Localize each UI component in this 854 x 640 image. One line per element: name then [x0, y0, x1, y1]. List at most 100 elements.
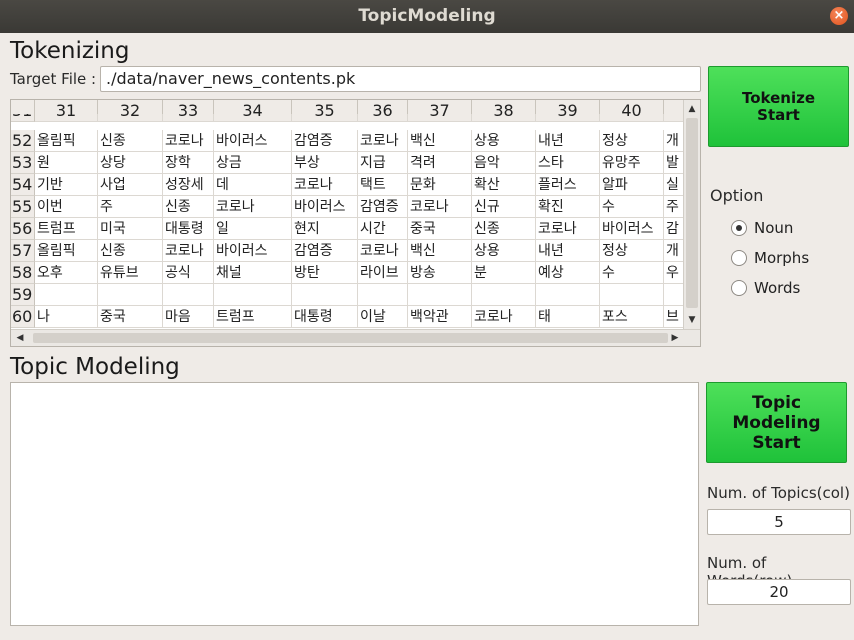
table-cell[interactable]: 코로나: [214, 196, 292, 218]
scroll-up-icon[interactable]: ▲: [685, 102, 699, 116]
table-cell[interactable]: 코로나: [163, 240, 214, 262]
table-cell[interactable]: 마음: [163, 306, 214, 328]
table-cell[interactable]: 오후: [35, 262, 98, 284]
table-cell[interactable]: 감염증: [358, 196, 408, 218]
horizontal-scroll-thumb[interactable]: [33, 333, 668, 343]
table-cell[interactable]: [98, 114, 163, 122]
table-cell[interactable]: 올림픽: [35, 130, 98, 152]
row-number[interactable]: 53: [11, 152, 35, 174]
table-cell[interactable]: [408, 114, 472, 122]
table-cell[interactable]: [600, 114, 664, 122]
row-number[interactable]: 55: [11, 196, 35, 218]
table-cell[interactable]: 내년: [536, 240, 600, 262]
table-cell[interactable]: [214, 114, 292, 122]
table-cell[interactable]: 일: [214, 218, 292, 240]
morphs-radio-label[interactable]: Morphs: [754, 249, 809, 267]
table-cell[interactable]: 신종: [472, 218, 536, 240]
close-icon[interactable]: ×: [830, 7, 848, 25]
morphs-radio[interactable]: [731, 250, 747, 266]
row-number[interactable]: 56: [11, 218, 35, 240]
scroll-right-icon[interactable]: ▶: [668, 331, 682, 345]
table-cell[interactable]: 바이러스: [214, 130, 292, 152]
table-cell[interactable]: [358, 284, 408, 306]
table-cell[interactable]: 예상: [536, 262, 600, 284]
table-cell[interactable]: 플러스: [536, 174, 600, 196]
table-cell[interactable]: 상당: [98, 152, 163, 174]
table-cell[interactable]: 현지: [292, 218, 358, 240]
table-cell[interactable]: 격려: [408, 152, 472, 174]
table-cell[interactable]: 코로나: [358, 130, 408, 152]
table-cell[interactable]: 감염증: [292, 130, 358, 152]
table-cell[interactable]: 이번: [35, 196, 98, 218]
words-radio-label[interactable]: Words: [754, 279, 800, 297]
table-cell[interactable]: [472, 114, 536, 122]
table-cell[interactable]: 코로나: [292, 174, 358, 196]
table-cell[interactable]: [536, 284, 600, 306]
horizontal-scrollbar[interactable]: ◀ ▶: [11, 329, 700, 346]
table-cell[interactable]: 상용: [472, 130, 536, 152]
table-cell[interactable]: 확산: [472, 174, 536, 196]
table-cell[interactable]: 라이브: [358, 262, 408, 284]
table-cell[interactable]: [292, 114, 358, 122]
table-cell[interactable]: 코로나: [408, 196, 472, 218]
table-cell[interactable]: 상용: [472, 240, 536, 262]
table-cell[interactable]: 중국: [408, 218, 472, 240]
table-cell[interactable]: [163, 284, 214, 306]
table-cell[interactable]: 수: [600, 196, 664, 218]
table-cell[interactable]: 상금: [214, 152, 292, 174]
table-cell[interactable]: 내년: [536, 130, 600, 152]
table-cell[interactable]: 사업: [98, 174, 163, 196]
row-number[interactable]: 52: [11, 130, 35, 152]
table-cell[interactable]: [35, 114, 98, 122]
table-cell[interactable]: 바이러스: [214, 240, 292, 262]
table-cell[interactable]: [536, 114, 600, 122]
table-cell[interactable]: 나: [35, 306, 98, 328]
table-cell[interactable]: 중국: [98, 306, 163, 328]
table-cell[interactable]: 정상: [600, 130, 664, 152]
table-cell[interactable]: [408, 284, 472, 306]
table-cell[interactable]: 유튜브: [98, 262, 163, 284]
table-cell[interactable]: 기반: [35, 174, 98, 196]
table-cell[interactable]: [472, 284, 536, 306]
table-cell[interactable]: [358, 114, 408, 122]
table-cell[interactable]: 채널: [214, 262, 292, 284]
topic-modeling-start-button[interactable]: Topic Modeling Start: [706, 382, 847, 463]
table-cell[interactable]: [292, 284, 358, 306]
token-table[interactable]: 31323334353637383940 5152올림픽신종코로나바이러스감염증…: [10, 99, 701, 347]
table-cell[interactable]: 코로나: [536, 218, 600, 240]
words-radio[interactable]: [731, 280, 747, 296]
table-cell[interactable]: 신규: [472, 196, 536, 218]
table-cell[interactable]: 트럼프: [214, 306, 292, 328]
table-cell[interactable]: 음악: [472, 152, 536, 174]
scroll-left-icon[interactable]: ◀: [13, 331, 27, 345]
row-number[interactable]: 59: [11, 284, 35, 306]
topic-output-area[interactable]: [10, 382, 699, 626]
table-cell[interactable]: 대통령: [163, 218, 214, 240]
target-file-input[interactable]: ./data/naver_news_contents.pk: [100, 66, 701, 92]
table-cell[interactable]: 부상: [292, 152, 358, 174]
table-cell[interactable]: [163, 114, 214, 122]
table-cell[interactable]: 트럼프: [35, 218, 98, 240]
row-number[interactable]: 58: [11, 262, 35, 284]
table-cell[interactable]: 지급: [358, 152, 408, 174]
table-cell[interactable]: 데: [214, 174, 292, 196]
table-cell[interactable]: 신종: [98, 130, 163, 152]
vertical-scrollbar[interactable]: ▲ ▼: [683, 100, 700, 331]
table-cell[interactable]: 유망주: [600, 152, 664, 174]
table-cell[interactable]: 신종: [163, 196, 214, 218]
row-number[interactable]: 60: [11, 306, 35, 328]
table-cell[interactable]: 포스: [600, 306, 664, 328]
table-cell[interactable]: 원: [35, 152, 98, 174]
table-cell[interactable]: 이날: [358, 306, 408, 328]
table-cell[interactable]: [35, 284, 98, 306]
table-cell[interactable]: 방탄: [292, 262, 358, 284]
table-cell[interactable]: 신종: [98, 240, 163, 262]
table-cell[interactable]: [664, 114, 685, 122]
table-cell[interactable]: [214, 284, 292, 306]
table-cell[interactable]: 장학: [163, 152, 214, 174]
row-number[interactable]: 51: [11, 114, 35, 122]
table-cell[interactable]: 백악관: [408, 306, 472, 328]
noun-radio[interactable]: [731, 220, 747, 236]
noun-radio-label[interactable]: Noun: [754, 219, 793, 237]
table-cell[interactable]: 시간: [358, 218, 408, 240]
